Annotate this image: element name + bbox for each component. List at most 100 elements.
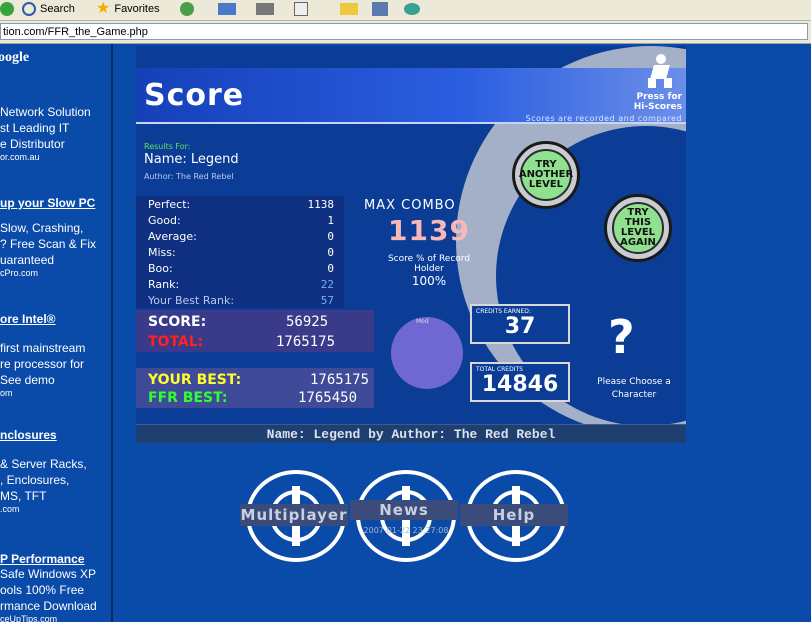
- choose-character-label: Please Choose a Character: [597, 377, 671, 400]
- edit-button[interactable]: [294, 0, 312, 18]
- total-credits-box: TOTAL CREDITS 14846: [470, 362, 570, 402]
- ad-3-line-1: first mainstream: [0, 341, 86, 355]
- favorites-button[interactable]: ★ Favorites: [96, 0, 160, 18]
- folder-icon: [340, 3, 358, 15]
- choose-character-button[interactable]: ?: [608, 310, 635, 364]
- ad-5-line-2: ools 100% Free: [0, 583, 85, 597]
- search-button[interactable]: Search: [22, 0, 75, 18]
- mod-label: Mod: [416, 318, 429, 325]
- url-field[interactable]: tion.com/FFR_the_Game.php: [0, 23, 808, 40]
- try-another-level-label: TRY ANOTHER LEVEL: [519, 148, 573, 202]
- mail-icon: [218, 3, 236, 15]
- try-another-level-button[interactable]: TRY ANOTHER LEVEL: [512, 141, 580, 209]
- stat-label-best-rank: Your Best Rank:: [148, 294, 235, 307]
- score-label: SCORE:: [148, 314, 207, 330]
- ad-5-title[interactable]: P Performance: [0, 552, 97, 566]
- stat-label-boo: Boo:: [148, 262, 173, 275]
- ad-4-line-3: MS, TFT: [0, 489, 47, 503]
- search-icon: [22, 2, 36, 16]
- folder-button[interactable]: [340, 0, 362, 18]
- back-button[interactable]: [0, 0, 18, 18]
- history-icon: [180, 2, 194, 16]
- news-date: 2007-01-22 23:27:08: [363, 526, 449, 535]
- ad-2-url: cPro.com: [0, 268, 39, 278]
- ad-4-line-1: & Server Racks,: [0, 457, 87, 471]
- song-info-bar: Name: Legend by Author: The Red Rebel: [136, 424, 686, 443]
- address-bar: tion.com/FFR_the_Game.php: [0, 21, 811, 44]
- stat-label-rank: Rank:: [148, 278, 180, 291]
- research-button[interactable]: [372, 0, 392, 18]
- star-icon: ★: [96, 0, 111, 17]
- max-combo-value: 1139: [388, 214, 470, 247]
- print-icon: [256, 3, 274, 15]
- ffr-best-value: 1765450: [298, 390, 358, 406]
- ad-3-line-2: re processor for: [0, 357, 85, 371]
- multiplayer-label: Multiplayer: [240, 504, 348, 526]
- ad-3[interactable]: ore Intel® first mainstream re processor…: [0, 312, 85, 399]
- best-panel: YOUR BEST: 1765175 FFR BEST: 1765450: [136, 368, 374, 408]
- total-value: 1765175: [276, 334, 336, 350]
- ad-1[interactable]: Network Solution st Leading IT e Distrib…: [0, 104, 91, 163]
- hi-scores-button[interactable]: Press for Hi-Scores: [626, 46, 686, 116]
- total-label: TOTAL:: [148, 334, 204, 350]
- ad-2-line-2: ? Free Scan & Fix: [0, 237, 97, 251]
- stat-value-rank[interactable]: 22: [321, 278, 334, 291]
- ad-2-line-3: uaranteed: [0, 253, 55, 267]
- song-author: Author: The Red Rebel: [144, 172, 234, 181]
- print-button[interactable]: [256, 0, 278, 18]
- record-holder-percent: 100%: [411, 274, 447, 288]
- your-best-value: 1765175: [310, 372, 370, 388]
- ad-3-title[interactable]: ore Intel®: [0, 312, 85, 326]
- news-button[interactable]: News 2007-01-22 23:27:08: [350, 470, 458, 562]
- messenger-button[interactable]: [404, 0, 424, 18]
- stat-value-good: 1: [327, 214, 334, 227]
- score-panel: SCORE: 56925 TOTAL: 1765175: [136, 310, 374, 352]
- mail-button[interactable]: [218, 0, 240, 18]
- page-title: Score: [144, 78, 245, 113]
- judgement-stats: Perfect: 1138 Good: 1 Average: 0 Miss: 0…: [136, 196, 344, 308]
- ad-4-title[interactable]: nclosures: [0, 428, 87, 442]
- results-for-label: Results For:: [144, 142, 191, 151]
- ad-5[interactable]: P Performance Safe Windows XP ools 100% …: [0, 552, 97, 622]
- your-best-label: YOUR BEST:: [148, 372, 242, 388]
- press-for-label: Press for Hi-Scores: [633, 92, 682, 112]
- ad-2-title[interactable]: up your Slow PC: [0, 196, 96, 210]
- try-level-again-button[interactable]: TRY THIS LEVEL AGAIN: [604, 194, 672, 262]
- ffr-best-label: FFR BEST:: [148, 390, 228, 406]
- google-logo[interactable]: oogle: [0, 50, 29, 66]
- research-icon: [372, 2, 388, 16]
- ad-4-url: .com: [0, 504, 20, 514]
- messenger-icon: [404, 3, 420, 15]
- ad-5-line-1: Safe Windows XP: [0, 567, 97, 581]
- try-level-again-label: TRY THIS LEVEL AGAIN: [611, 201, 665, 255]
- news-label: News: [350, 500, 458, 520]
- stat-value-best-rank[interactable]: 57: [321, 294, 334, 307]
- stat-value-boo: 0: [327, 262, 334, 275]
- ad-3-line-3: See demo: [0, 373, 55, 387]
- credits-earned-box: CREDITS EARNED: 37: [470, 304, 570, 344]
- stat-label-average: Average:: [148, 230, 197, 243]
- ad-2[interactable]: up your Slow PC Slow, Crashing, ? Free S…: [0, 196, 96, 279]
- ad-1-line-1: Network Solution: [0, 105, 91, 119]
- ad-5-line-3: rmance Download: [0, 599, 97, 613]
- song-info-text: Name: Legend by Author: The Red Rebel: [266, 427, 556, 442]
- stat-value-average: 0: [327, 230, 334, 243]
- ad-2-line-1: Slow, Crashing,: [0, 221, 84, 235]
- ad-1-line-2: st Leading IT: [0, 121, 70, 135]
- history-button[interactable]: [180, 0, 198, 18]
- score-screen: Score Press for Hi-Scores Scores are reco…: [136, 46, 686, 442]
- ad-4-line-2: , Enclosures,: [0, 473, 70, 487]
- stat-value-perfect: 1138: [307, 198, 335, 211]
- ad-4[interactable]: nclosures & Server Racks, , Enclosures, …: [0, 428, 87, 515]
- credits-earned-value: 37: [504, 314, 536, 339]
- record-holder-label: Score % of Record Holder: [387, 254, 471, 274]
- score-value: 56925: [286, 314, 329, 330]
- ad-1-url: or.com.au: [0, 152, 40, 162]
- ad-5-url: ceUpTips.com: [0, 614, 58, 622]
- multiplayer-button[interactable]: Multiplayer: [240, 470, 348, 562]
- ad-3-url: om: [0, 388, 13, 398]
- max-combo-label: MAX COMBO: [364, 198, 456, 213]
- help-button[interactable]: Help: [460, 470, 568, 562]
- ad-sidebar: oogle Network Solution st Leading IT e D…: [0, 44, 111, 622]
- browser-toolbar: Search ★ Favorites: [0, 0, 811, 21]
